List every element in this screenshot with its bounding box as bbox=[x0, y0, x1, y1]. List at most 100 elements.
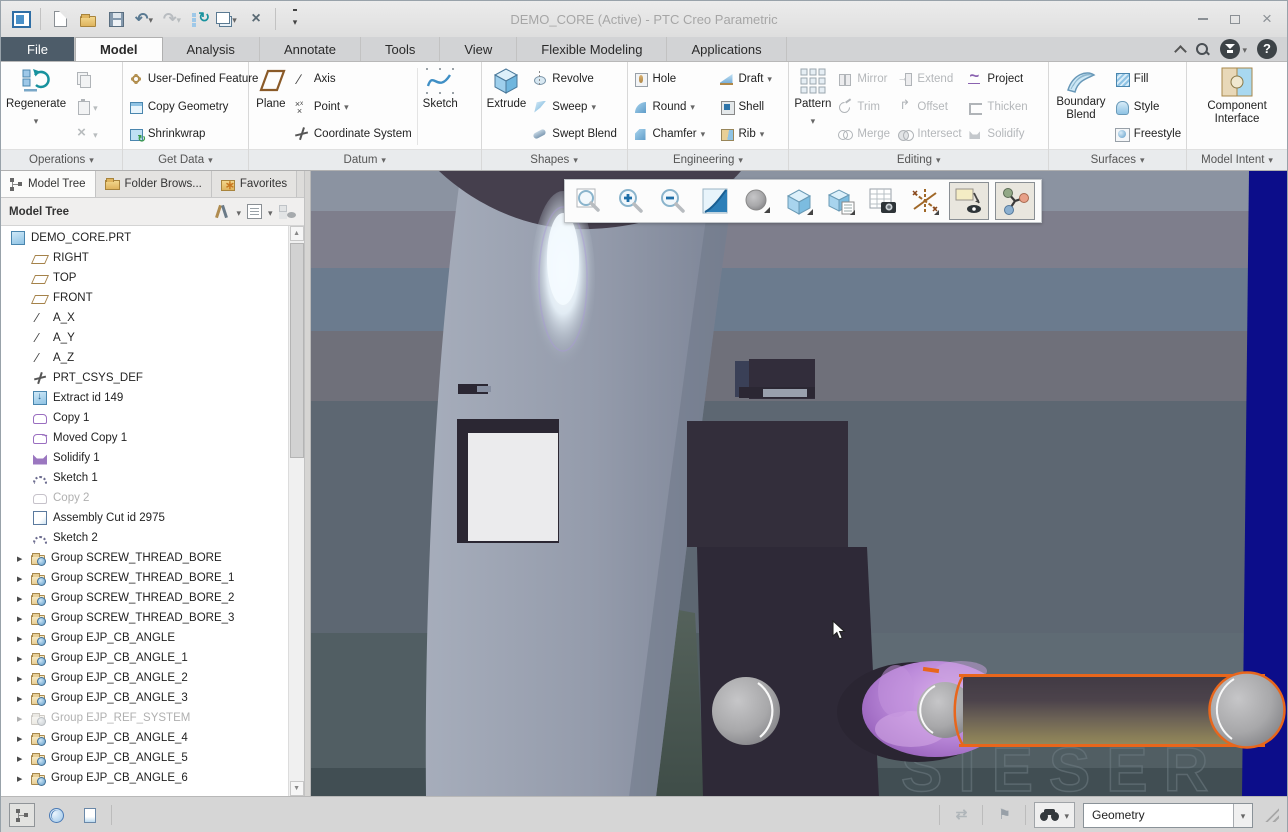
tab-view[interactable]: View bbox=[440, 37, 517, 61]
tree-item[interactable]: Group EJP_CB_ANGLE_5 bbox=[1, 748, 288, 768]
scroll-down-button[interactable]: ▼ bbox=[290, 781, 304, 796]
customize-quick-access-button[interactable] bbox=[282, 7, 308, 31]
tree-item[interactable]: PRT_CSYS_DEF bbox=[1, 368, 288, 388]
freestyle-button[interactable]: Freestyle bbox=[1111, 121, 1184, 147]
copy-geometry-button[interactable]: Copy Geometry bbox=[125, 94, 262, 120]
delete-button[interactable] bbox=[71, 121, 102, 147]
tree-item[interactable]: Group EJP_CB_ANGLE_6 bbox=[1, 768, 288, 788]
scroll-up-button[interactable]: ▲ bbox=[290, 226, 304, 241]
sweep-button[interactable]: Sweep bbox=[529, 94, 620, 120]
tree-item[interactable]: A_X bbox=[1, 308, 288, 328]
coordinate-system-button[interactable]: Coordinate System bbox=[291, 121, 415, 147]
tree-item[interactable]: Group SCREW_THREAD_BORE_2 bbox=[1, 588, 288, 608]
tree-item[interactable]: Extract id 149 bbox=[1, 388, 288, 408]
user-defined-feature-button[interactable]: User-Defined Feature bbox=[125, 66, 262, 92]
expand-arrow-icon[interactable] bbox=[17, 552, 31, 564]
swept-blend-button[interactable]: Swept Blend bbox=[529, 121, 620, 147]
display-style-button[interactable] bbox=[737, 182, 777, 220]
maximize-button[interactable] bbox=[1221, 8, 1249, 30]
group-label-surfaces[interactable]: Surfaces bbox=[1049, 149, 1186, 170]
solidify-button[interactable]: Solidify bbox=[964, 121, 1034, 147]
tree-item[interactable]: Assembly Cut id 2975 bbox=[1, 508, 288, 528]
expand-arrow-icon[interactable] bbox=[17, 652, 31, 664]
tab-model[interactable]: Model bbox=[75, 37, 163, 61]
tab-annotate[interactable]: Annotate bbox=[260, 37, 361, 61]
tree-item[interactable]: Group SCREW_THREAD_BORE_1 bbox=[1, 568, 288, 588]
round-button[interactable]: Round bbox=[630, 94, 716, 120]
tree-item[interactable]: A_Y bbox=[1, 328, 288, 348]
tree-item[interactable]: Copy 1 bbox=[1, 408, 288, 428]
combo-dropdown-button[interactable] bbox=[1233, 804, 1252, 827]
expand-arrow-icon[interactable] bbox=[17, 592, 31, 604]
hole-button[interactable]: Hole bbox=[630, 66, 716, 92]
shrinkwrap-button[interactable]: Shrinkwrap bbox=[125, 121, 262, 147]
tab-file[interactable]: File bbox=[1, 37, 75, 61]
tree-item[interactable]: TOP bbox=[1, 268, 288, 288]
saved-orientations-button[interactable] bbox=[779, 182, 819, 220]
datum-display-button[interactable] bbox=[905, 182, 945, 220]
annotation-display-button[interactable] bbox=[949, 182, 989, 220]
tree-item[interactable]: DEMO_CORE.PRT bbox=[1, 228, 288, 248]
expand-arrow-icon[interactable] bbox=[17, 712, 31, 724]
expand-arrow-icon[interactable] bbox=[17, 672, 31, 684]
capture-button[interactable] bbox=[863, 182, 903, 220]
tree-item[interactable]: Group EJP_REF_SYSTEM bbox=[1, 708, 288, 728]
help-icon[interactable] bbox=[1257, 39, 1277, 59]
tab-tools[interactable]: Tools bbox=[361, 37, 440, 61]
tree-item[interactable]: A_Z bbox=[1, 348, 288, 368]
scrollbar-thumb[interactable] bbox=[290, 243, 304, 458]
intersect-button[interactable]: Intersect bbox=[894, 121, 964, 147]
tree-item[interactable]: FRONT bbox=[1, 288, 288, 308]
expand-arrow-icon[interactable] bbox=[17, 752, 31, 764]
draft-button[interactable]: Draft bbox=[716, 66, 775, 92]
collapse-ribbon-icon[interactable] bbox=[1175, 45, 1188, 58]
undo-button[interactable] bbox=[131, 7, 157, 31]
group-label-engineering[interactable]: Engineering bbox=[628, 149, 789, 170]
pattern-button[interactable]: Pattern bbox=[791, 64, 834, 149]
tree-item[interactable]: Solidify 1 bbox=[1, 448, 288, 468]
tab-favorites[interactable]: Favorites bbox=[212, 171, 297, 197]
app-menu-button[interactable] bbox=[8, 7, 34, 31]
open-file-button[interactable] bbox=[75, 7, 101, 31]
save-button[interactable] bbox=[103, 7, 129, 31]
tree-item[interactable]: Group SCREW_THREAD_BORE bbox=[1, 548, 288, 568]
tree-item[interactable]: Sketch 1 bbox=[1, 468, 288, 488]
tree-filters-icon[interactable] bbox=[247, 204, 262, 219]
new-file-button[interactable] bbox=[47, 7, 73, 31]
web-browser-button[interactable] bbox=[43, 803, 69, 827]
group-label-shapes[interactable]: Shapes bbox=[482, 149, 627, 170]
windows-button[interactable] bbox=[215, 7, 241, 31]
tree-item[interactable]: Group EJP_CB_ANGLE_4 bbox=[1, 728, 288, 748]
extend-button[interactable]: Extend bbox=[894, 66, 964, 92]
style-button[interactable]: Style bbox=[1111, 94, 1184, 120]
fill-button[interactable]: Fill bbox=[1111, 66, 1184, 92]
plane-button[interactable]: Plane bbox=[251, 64, 291, 149]
extrude-button[interactable]: Extrude bbox=[484, 64, 530, 149]
regenerate-quick-button[interactable] bbox=[187, 7, 213, 31]
selection-filter-combo[interactable]: Geometry bbox=[1083, 803, 1253, 828]
axis-button[interactable]: Axis bbox=[291, 66, 415, 92]
point-button[interactable]: Point bbox=[291, 94, 415, 120]
expand-arrow-icon[interactable] bbox=[17, 692, 31, 704]
merge-button[interactable]: Merge bbox=[834, 121, 894, 147]
expand-arrow-icon[interactable] bbox=[17, 772, 31, 784]
close-app-button[interactable] bbox=[1253, 8, 1281, 30]
expand-arrow-icon[interactable] bbox=[17, 612, 31, 624]
tab-flexible-modeling[interactable]: Flexible Modeling bbox=[517, 37, 667, 61]
flag-notifications-button[interactable] bbox=[991, 803, 1017, 827]
learning-center-icon[interactable] bbox=[1220, 39, 1240, 59]
show-hide-icon[interactable] bbox=[279, 204, 296, 219]
expand-arrow-icon[interactable] bbox=[17, 632, 31, 644]
tab-model-tree[interactable]: Model Tree bbox=[1, 171, 96, 197]
group-label-datum[interactable]: Datum bbox=[249, 149, 481, 170]
resize-grip[interactable] bbox=[1265, 808, 1279, 822]
component-interface-button[interactable]: Component Interface bbox=[1189, 64, 1285, 149]
tree-item[interactable]: Group EJP_CB_ANGLE_1 bbox=[1, 648, 288, 668]
spin-center-button[interactable] bbox=[995, 182, 1035, 220]
shell-button[interactable]: Shell bbox=[716, 94, 775, 120]
trim-button[interactable]: Trim bbox=[834, 94, 894, 120]
group-label-operations[interactable]: Operations bbox=[1, 149, 122, 170]
3d-model-canvas[interactable]: SIESER bbox=[311, 171, 1287, 797]
refit-button[interactable] bbox=[569, 182, 609, 220]
tab-applications[interactable]: Applications bbox=[667, 37, 786, 61]
